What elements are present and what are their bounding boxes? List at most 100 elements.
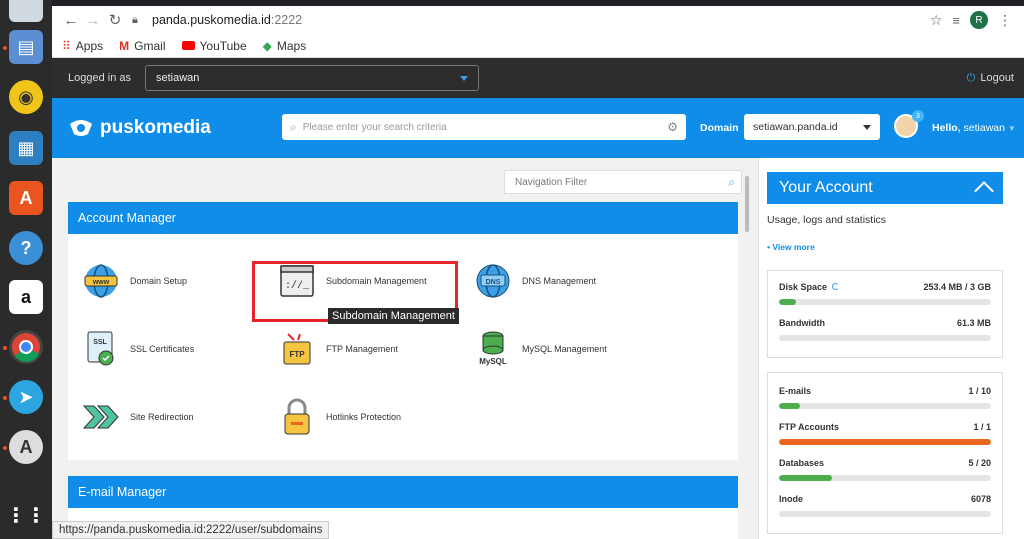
- search-icon: ⌕: [290, 119, 297, 134]
- mysql-management-link[interactable]: MySQL MySQL Management: [474, 330, 607, 368]
- loading-spinner-icon: [832, 283, 840, 290]
- maps-icon: ◆: [262, 38, 272, 53]
- search-input[interactable]: ⌕ Please enter your search criteria ⚙: [282, 114, 686, 140]
- bookmark-apps[interactable]: ⠿ Apps: [62, 39, 103, 53]
- bookmark-maps[interactable]: ◆ Maps: [263, 39, 307, 53]
- url-port: :2222: [270, 13, 303, 27]
- account-subtitle: Usage, logs and statistics: [767, 214, 887, 226]
- domain-label: Domain: [700, 122, 739, 134]
- rhythmbox-icon[interactable]: ◉: [9, 80, 43, 114]
- updater-icon[interactable]: A: [9, 430, 43, 464]
- svg-text:FTP: FTP: [289, 350, 305, 359]
- databases-bar: [779, 475, 991, 481]
- domain-setup-link[interactable]: www Domain Setup: [82, 262, 187, 300]
- files-app-icon[interactable]: ▤: [9, 30, 43, 64]
- mysql-database-icon: MySQL: [474, 330, 512, 368]
- dns-management-link[interactable]: DNS DNS Management: [474, 262, 596, 300]
- dns-globe-icon: DNS: [474, 262, 512, 300]
- settings-gear-icon[interactable]: ⚙: [667, 120, 678, 134]
- user-select[interactable]: setiawan: [145, 65, 479, 91]
- main-scrollbar[interactable]: [744, 158, 750, 539]
- svg-text:DNS: DNS: [486, 279, 501, 286]
- menu-kebab-icon[interactable]: ⋮: [998, 12, 1012, 29]
- ftp-accounts-stat: FTP Accounts 1 / 1: [779, 422, 991, 445]
- databases-fill: [779, 475, 832, 481]
- amazon-icon[interactable]: a: [9, 280, 43, 314]
- inode-stat: Inode 6078: [779, 494, 991, 517]
- your-account-header[interactable]: Your Account: [767, 172, 1003, 204]
- svg-text:www: www: [92, 279, 110, 286]
- telegram-icon[interactable]: ➤: [9, 380, 43, 414]
- bookmarks-bar: ⠿ Apps M Gmail YouTube ◆ Maps: [52, 34, 1024, 58]
- address-row: ← → ↻ 🔒︎ panda.puskomedia.id:2222 ☆ ≡ R …: [52, 6, 1024, 34]
- redirect-arrows-icon: [82, 398, 120, 436]
- hotlinks-protection-link[interactable]: Hotlinks Protection: [278, 398, 401, 436]
- account-manager-header[interactable]: Account Manager: [68, 202, 738, 234]
- chevron-up-icon[interactable]: [974, 181, 994, 201]
- writer-icon[interactable]: ▦: [9, 131, 43, 165]
- user-select-value: setiawan: [156, 72, 200, 84]
- profile-avatar[interactable]: R: [970, 11, 988, 29]
- disk-space-fill: [779, 299, 796, 305]
- puskomedia-logo[interactable]: puskomedia: [68, 117, 211, 139]
- mail-app-icon[interactable]: [9, 0, 43, 22]
- subdomain-tooltip: Subdomain Management: [328, 308, 459, 324]
- databases-stat: Databases 5 / 20: [779, 458, 991, 481]
- search-icon: ⌕: [728, 175, 735, 189]
- lock-icon: 🔒︎: [132, 14, 138, 26]
- email-manager-header[interactable]: E-mail Manager: [68, 476, 738, 508]
- ftp-management-link[interactable]: FTP FTP Management: [278, 330, 398, 368]
- chevron-down-icon: ▼: [1007, 124, 1016, 133]
- navigation-filter-input[interactable]: Navigation Filter ⌕: [504, 170, 742, 194]
- reading-list-icon[interactable]: ≡: [952, 13, 960, 28]
- bookmark-star-icon[interactable]: ☆: [930, 12, 943, 29]
- url-bar[interactable]: 🔒︎ panda.puskomedia.id:2222: [132, 8, 930, 32]
- browser-window: ← → ↻ 🔒︎ panda.puskomedia.id:2222 ☆ ≡ R …: [52, 0, 1024, 539]
- power-icon: ⏻: [966, 71, 976, 84]
- search-placeholder: Please enter your search criteria: [302, 121, 447, 133]
- logged-in-label: Logged in as: [68, 72, 131, 84]
- show-apps-icon[interactable]: ⋮⋮: [6, 498, 46, 532]
- view-more-link[interactable]: • View more: [767, 242, 815, 252]
- logout-button[interactable]: ⏻ Logout: [967, 72, 1014, 85]
- chrome-icon[interactable]: [9, 330, 43, 364]
- web-page: Logged in as setiawan ⏻ Logout puskomedi…: [52, 58, 1024, 539]
- site-header: puskomedia ⌕ Please enter your search cr…: [52, 98, 1024, 158]
- main-scrollbar-thumb[interactable]: [745, 176, 749, 232]
- bookmark-gmail[interactable]: M Gmail: [119, 39, 165, 53]
- help-icon[interactable]: ?: [9, 231, 43, 265]
- domain-select-value: setiawan.panda.id: [753, 121, 838, 133]
- gmail-icon: M: [119, 38, 130, 53]
- svg-text:SSL: SSL: [93, 339, 107, 346]
- ftp-folder-icon: FTP: [278, 330, 316, 368]
- disk-space-bar: [779, 299, 991, 305]
- account-sidebar: Your Account Usage, logs and statistics …: [758, 158, 1024, 539]
- status-url-bar: https://panda.puskomedia.id:2222/user/su…: [52, 521, 330, 539]
- back-icon[interactable]: ←: [60, 9, 82, 31]
- login-bar: Logged in as setiawan ⏻ Logout: [52, 58, 1024, 98]
- ssl-certificates-link[interactable]: SSL SSL Certificates: [82, 330, 194, 368]
- site-redirection-link[interactable]: Site Redirection: [82, 398, 194, 436]
- logo-mark-icon: [70, 120, 92, 136]
- notification-badge: 3: [912, 110, 924, 122]
- forward-icon[interactable]: →: [82, 9, 104, 31]
- account-manager-panel: www Domain Setup ://_ Subdomain Manageme…: [68, 234, 738, 460]
- software-center-icon[interactable]: A: [9, 181, 43, 215]
- padlock-icon: [278, 398, 316, 436]
- ubuntu-dock: ▤ ◉ ▦ A ? a ➤ A ⋮⋮: [0, 0, 52, 539]
- url-host: panda.puskomedia.id: [152, 13, 271, 27]
- domain-select[interactable]: setiawan.panda.id: [744, 114, 880, 140]
- youtube-icon: [181, 41, 195, 50]
- chevron-down-icon: [460, 75, 468, 81]
- emails-fill: [779, 403, 801, 409]
- hello-user[interactable]: Hello, setiawan ▼: [932, 122, 1016, 134]
- ftp-accounts-fill: [779, 439, 991, 445]
- emails-stat: E-mails 1 / 10: [779, 386, 991, 409]
- svg-text:MySQL: MySQL: [479, 357, 507, 366]
- bookmark-youtube[interactable]: YouTube: [181, 39, 247, 53]
- chevron-down-icon: [863, 124, 871, 130]
- inode-bar: [779, 511, 991, 517]
- reload-icon[interactable]: ↻: [104, 9, 126, 31]
- main-content: Navigation Filter ⌕ Account Manager www …: [52, 158, 758, 539]
- bandwidth-stat: Bandwidth 61.3 MB: [779, 318, 991, 341]
